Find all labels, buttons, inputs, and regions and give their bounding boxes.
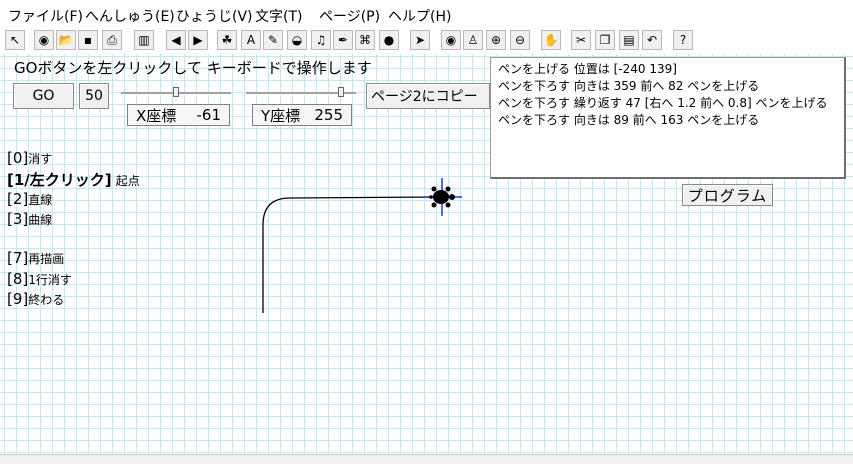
turtle-drawing — [262, 178, 462, 313]
drawn-path — [262, 196, 443, 313]
turtle-icon — [424, 178, 462, 216]
